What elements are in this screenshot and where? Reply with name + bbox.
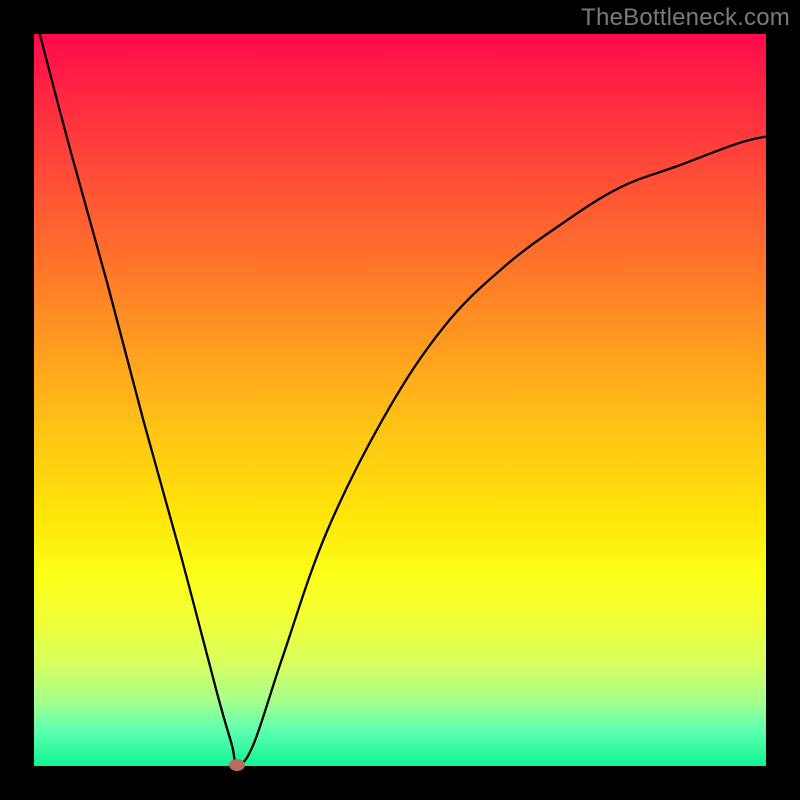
- optimum-point-marker: [229, 759, 245, 771]
- chart-frame: TheBottleneck.com: [0, 0, 800, 800]
- plot-area: [34, 34, 766, 766]
- watermark-text: TheBottleneck.com: [581, 4, 790, 32]
- curve-path: [34, 34, 766, 765]
- bottleneck-curve: [34, 34, 766, 766]
